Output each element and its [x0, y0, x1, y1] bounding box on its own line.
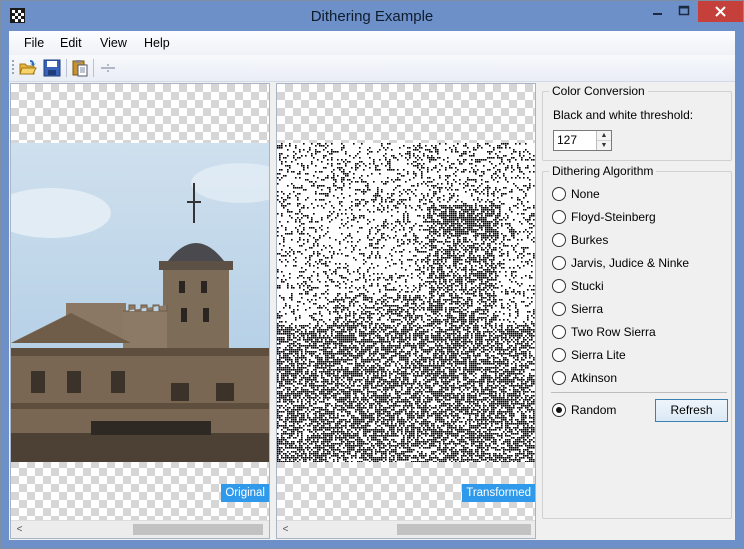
toolbar-grip[interactable]: [12, 60, 14, 76]
toolbar-separator: [66, 59, 67, 77]
original-image-panel[interactable]: Original <: [10, 83, 270, 539]
radio-label[interactable]: Atkinson: [571, 371, 617, 385]
scroll-left-arrow-icon[interactable]: <: [13, 523, 26, 536]
close-icon: [715, 6, 726, 17]
radio-label[interactable]: Stucki: [571, 279, 604, 293]
radio-button[interactable]: [552, 371, 566, 385]
color-conversion-legend: Color Conversion: [549, 84, 648, 98]
toolbar-separator: [93, 59, 94, 77]
original-horizontal-scrollbar[interactable]: <: [11, 520, 269, 538]
toolbar: [9, 55, 735, 82]
radio-label[interactable]: None: [571, 187, 600, 201]
transformed-horizontal-scrollbar[interactable]: <: [277, 520, 535, 538]
menu-edit[interactable]: Edit: [60, 36, 82, 50]
menu-file[interactable]: File: [24, 36, 44, 50]
options-divider: [551, 392, 727, 393]
radio-label[interactable]: Two Row Sierra: [571, 325, 656, 339]
radio-button[interactable]: [552, 256, 566, 270]
threshold-value[interactable]: 127: [557, 133, 577, 147]
open-button[interactable]: [18, 58, 38, 78]
radio-button[interactable]: [552, 348, 566, 362]
threshold-spinner[interactable]: 127 ▲ ▼: [553, 130, 612, 151]
scroll-left-arrow-icon[interactable]: <: [279, 523, 292, 536]
menu-bar: File Edit View Help: [9, 31, 735, 55]
open-folder-icon: [19, 60, 37, 75]
window-title: Dithering Example: [310, 8, 434, 25]
radio-label[interactable]: Jarvis, Judice & Ninke: [571, 256, 689, 270]
transformed-image-panel[interactable]: Transformed <: [276, 83, 536, 539]
split-button[interactable]: [98, 58, 118, 78]
client-area: File Edit View Help Original < Transform…: [9, 31, 735, 540]
spin-down-icon[interactable]: ▼: [597, 141, 611, 150]
radio-label[interactable]: Sierra Lite: [571, 348, 626, 362]
paste-button[interactable]: [70, 58, 90, 78]
save-button[interactable]: [42, 58, 62, 78]
radio-button[interactable]: [552, 187, 566, 201]
refresh-button[interactable]: Refresh: [655, 399, 728, 422]
radio-label[interactable]: Random: [571, 403, 616, 417]
menu-help[interactable]: Help: [144, 36, 170, 50]
radio-button[interactable]: [552, 210, 566, 224]
maximize-button[interactable]: [671, 1, 697, 22]
radio-label[interactable]: Floyd-Steinberg: [571, 210, 656, 224]
radio-button[interactable]: [552, 325, 566, 339]
close-button[interactable]: [698, 1, 743, 22]
spinner-buttons: ▲ ▼: [596, 131, 611, 150]
color-conversion-group: Color Conversion Black and white thresho…: [542, 84, 732, 161]
original-photo: [11, 143, 269, 462]
radio-label[interactable]: Sierra: [571, 302, 603, 316]
paste-icon: [72, 60, 88, 77]
transformed-scroll-thumb[interactable]: [397, 524, 531, 535]
original-canvas[interactable]: Original: [11, 84, 269, 520]
save-icon: [43, 59, 61, 77]
radio-label[interactable]: Burkes: [571, 233, 608, 247]
dithering-algorithm-group: Dithering Algorithm None Floyd-Steinberg…: [542, 164, 732, 519]
app-window: Dithering Example File Edit View Help Or…: [0, 0, 744, 549]
maximize-icon: [678, 5, 690, 16]
radio-button-selected[interactable]: [552, 403, 566, 417]
split-icon: [101, 64, 115, 72]
threshold-label: Black and white threshold:: [553, 108, 694, 122]
original-badge: Original: [221, 484, 269, 502]
dithering-legend: Dithering Algorithm: [549, 164, 657, 178]
minimize-button[interactable]: [644, 1, 671, 22]
radio-button[interactable]: [552, 279, 566, 293]
transformed-badge: Transformed: [462, 484, 535, 502]
original-scroll-thumb[interactable]: [133, 524, 263, 535]
minimize-icon: [653, 13, 662, 15]
title-bar[interactable]: Dithering Example: [1, 1, 743, 31]
transformed-canvas[interactable]: Transformed: [277, 84, 535, 520]
radio-button[interactable]: [552, 233, 566, 247]
spin-up-icon[interactable]: ▲: [597, 131, 611, 141]
radio-button[interactable]: [552, 302, 566, 316]
options-pane: Color Conversion Black and white thresho…: [540, 83, 735, 537]
transformed-photo: [277, 143, 535, 462]
menu-view[interactable]: View: [100, 36, 127, 50]
